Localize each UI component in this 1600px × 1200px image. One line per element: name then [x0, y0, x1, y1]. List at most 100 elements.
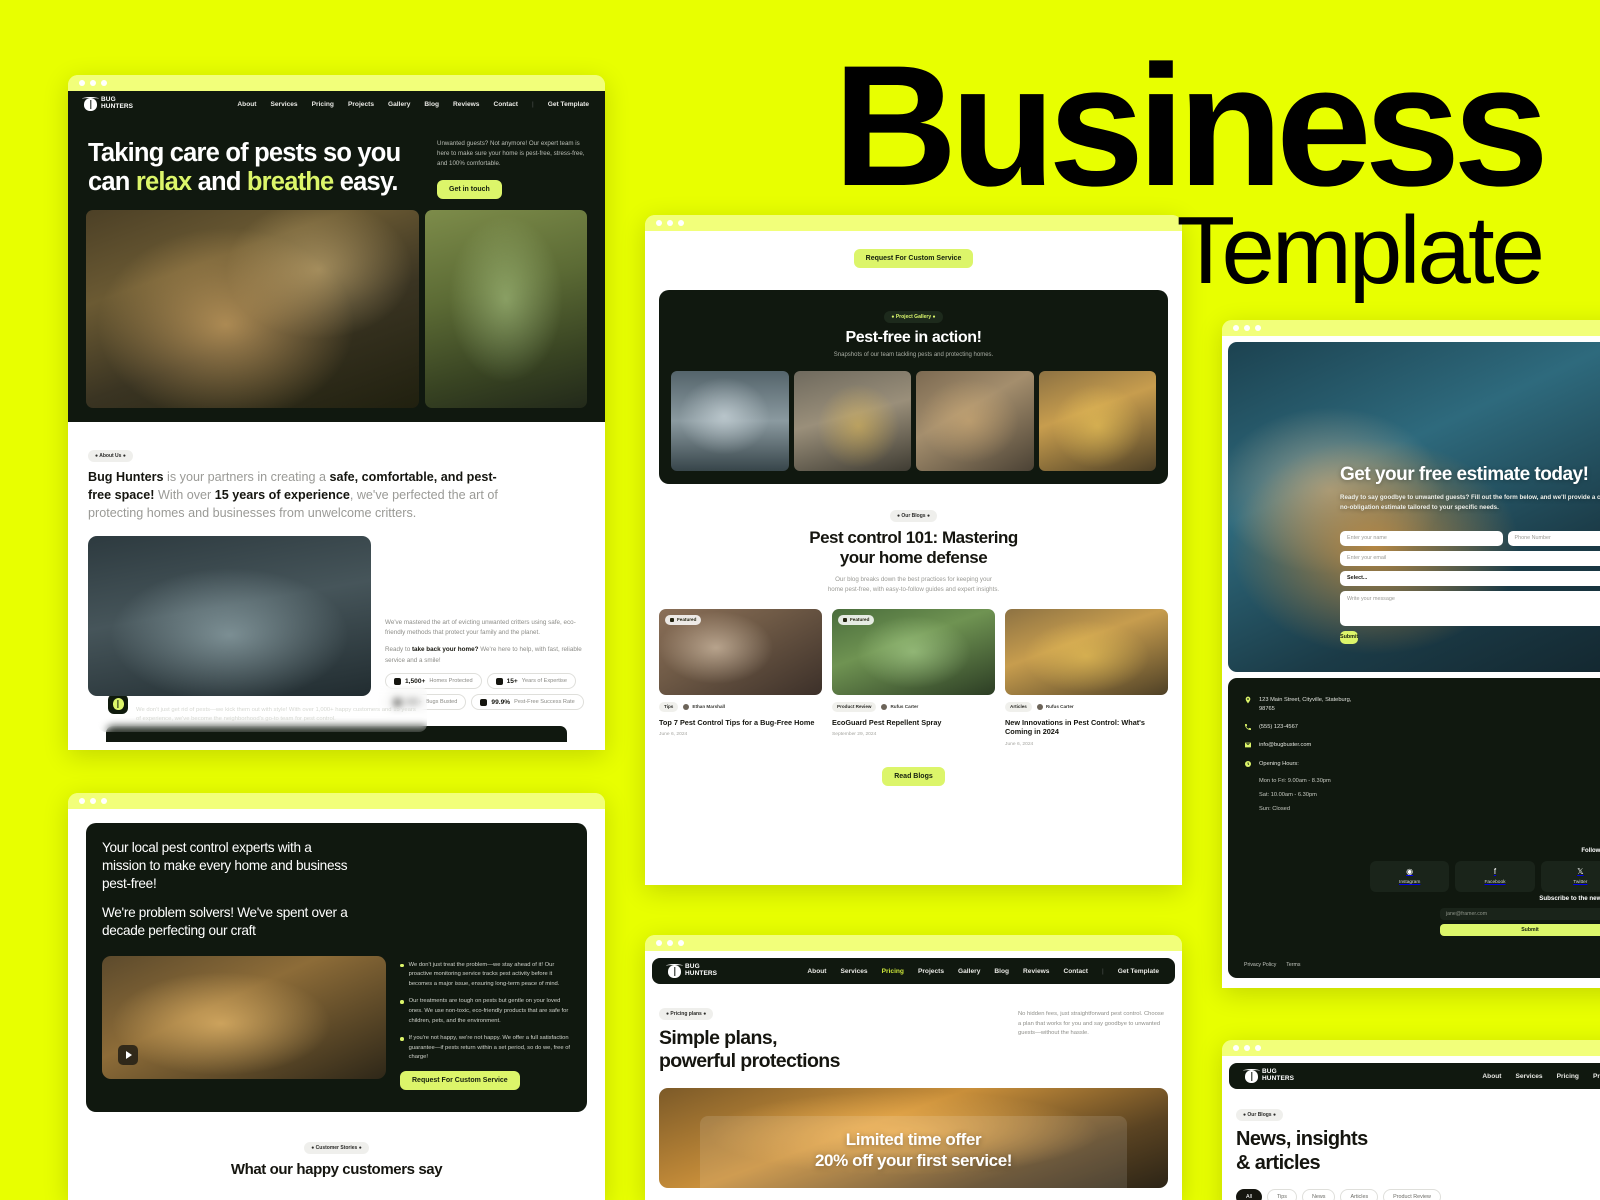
name-field[interactable]: Enter your name: [1340, 530, 1503, 546]
mission-video-thumbnail[interactable]: [102, 955, 386, 1079]
nav-item-projects[interactable]: Projects: [348, 101, 374, 108]
browser-window-pricing: BUG HUNTERS About Services Pricing Proje…: [645, 935, 1182, 1200]
nav-item-services[interactable]: Services: [270, 101, 297, 108]
social-link-instagram[interactable]: ◉ Instagram: [1370, 861, 1450, 892]
window-dot-minimize[interactable]: [667, 220, 673, 226]
window-dot-maximize[interactable]: [101, 798, 107, 804]
nav-item-projects[interactable]: Projects: [1593, 1073, 1600, 1080]
window-dot-minimize[interactable]: [1244, 325, 1250, 331]
contact-hero-content: Get your free estimate today! Ready to s…: [1340, 464, 1600, 644]
blog-card[interactable]: Articles Rufus Carter New Innovations in…: [1005, 608, 1168, 747]
nav-item-about[interactable]: About: [1482, 1073, 1501, 1080]
gallery-image-hazmat[interactable]: [671, 371, 789, 471]
footer-follow-block: Follow us on: ◉ Instagram f Facebook 𝕏 T…: [1370, 848, 1600, 892]
window-dot-minimize[interactable]: [1244, 1045, 1250, 1051]
brand-logo[interactable]: BUG HUNTERS: [1243, 1068, 1295, 1083]
request-custom-service-button[interactable]: Request For Custom Service: [400, 1070, 520, 1090]
chip-articles[interactable]: Articles: [1340, 1189, 1379, 1200]
window-dot-close[interactable]: [1233, 1045, 1239, 1051]
nav-item-contact[interactable]: Contact: [493, 101, 518, 108]
nav-item-gallery[interactable]: Gallery: [958, 968, 980, 975]
social-link-twitter[interactable]: 𝕏 Twitter: [1540, 861, 1600, 892]
newsletter-label: Subscribe to the newsletter: [1539, 895, 1600, 902]
hero-card-text: We don't just get rid of pests—we kick t…: [136, 706, 416, 722]
about-heading-brand: Bug Hunters: [88, 470, 164, 485]
play-icon[interactable]: [118, 1044, 138, 1065]
nav-item-pricing[interactable]: Pricing: [1557, 1073, 1579, 1080]
shield-icon: [394, 677, 401, 685]
email-field[interactable]: Enter your email: [1340, 550, 1600, 566]
nav-item-gallery[interactable]: Gallery: [388, 101, 410, 108]
nav-cta-get-template[interactable]: Get Template: [548, 101, 589, 108]
browser-window-gallery: Request For Custom Service ● Project Gal…: [645, 215, 1182, 885]
blog-tag: Product Review: [832, 701, 877, 712]
nav-item-services[interactable]: Services: [1515, 1073, 1542, 1080]
service-select[interactable]: Select... ▾: [1340, 570, 1600, 586]
read-blogs-button[interactable]: Read Blogs: [882, 767, 945, 787]
contact-submit-button[interactable]: Submit: [1340, 630, 1359, 644]
brand-logo[interactable]: BUG HUNTERS: [82, 96, 133, 111]
footer-phone-text[interactable]: (555) 123-4567: [1259, 723, 1298, 732]
nav-item-pricing[interactable]: Pricing: [882, 968, 904, 975]
window-dot-close[interactable]: [656, 220, 662, 226]
gallery-image-cabinet[interactable]: [793, 371, 911, 471]
newsletter-email-input[interactable]: jane@framer.com: [1440, 908, 1600, 920]
promo-banner-line2: 20% off your first service!: [814, 1150, 1013, 1170]
chip-all[interactable]: All: [1236, 1189, 1262, 1200]
nav-item-contact[interactable]: Contact: [1063, 968, 1088, 975]
window-dot-maximize[interactable]: [1255, 325, 1261, 331]
get-in-touch-button[interactable]: Get in touch: [437, 179, 502, 199]
nav-item-blog[interactable]: Blog: [994, 968, 1009, 975]
nav-item-pricing[interactable]: Pricing: [312, 101, 334, 108]
window-dot-close[interactable]: [79, 80, 85, 86]
window-dot-close[interactable]: [656, 940, 662, 946]
nav-item-services[interactable]: Services: [840, 968, 867, 975]
blog-card[interactable]: Featured Tips Ethan Marshall Top 7 Pest …: [659, 608, 822, 748]
window-dot-maximize[interactable]: [678, 940, 684, 946]
blog-author: Rufus Carter: [1036, 703, 1074, 710]
nav-item-projects[interactable]: Projects: [918, 968, 944, 975]
request-custom-service-button-top[interactable]: Request For Custom Service: [853, 249, 974, 268]
stat-value: 99.9%: [491, 698, 511, 706]
social-label: Twitter: [1573, 880, 1588, 885]
window-titlebar: [68, 793, 605, 809]
nav-item-about[interactable]: About: [807, 968, 826, 975]
newsletter-submit-button[interactable]: Submit: [1440, 924, 1600, 936]
nav-item-about[interactable]: About: [237, 101, 256, 108]
window-dot-maximize[interactable]: [101, 80, 107, 86]
about-heading-t3: With over: [154, 487, 215, 502]
terms-link[interactable]: Terms: [1286, 962, 1300, 968]
social-link-facebook[interactable]: f Facebook: [1455, 861, 1535, 892]
gallery-image-drill[interactable]: [916, 371, 1034, 471]
nav-item-reviews[interactable]: Reviews: [1023, 968, 1049, 975]
phone-field[interactable]: Phone Number: [1507, 530, 1600, 546]
window-dot-minimize[interactable]: [90, 80, 96, 86]
brand-logo[interactable]: BUG HUNTERS: [666, 963, 717, 978]
blog-card[interactable]: Featured Product Review Rufus Carter Eco…: [832, 608, 995, 748]
nav-item-blog[interactable]: Blog: [424, 101, 439, 108]
mission-bullet-text: If you're not happy, we're not happy. We…: [408, 1035, 571, 1061]
window-dot-close[interactable]: [79, 798, 85, 804]
brand-name-line2: HUNTERS: [1262, 1075, 1295, 1082]
list-item: Request For Custom Service: [400, 1070, 571, 1090]
chip-product-review[interactable]: Product Review: [1383, 1189, 1441, 1200]
footer-email-text[interactable]: info@bugbuster.com: [1259, 741, 1311, 750]
window-dot-maximize[interactable]: [678, 220, 684, 226]
chip-tips[interactable]: Tips: [1267, 1189, 1297, 1200]
stat-value: 1,500+: [405, 677, 426, 685]
bug-logo-icon: [82, 96, 99, 111]
nav-item-reviews[interactable]: Reviews: [453, 101, 479, 108]
nav-cta-get-template[interactable]: Get Template: [1118, 968, 1159, 975]
window-dot-minimize[interactable]: [667, 940, 673, 946]
privacy-policy-link[interactable]: Privacy Policy: [1244, 962, 1276, 968]
pricing-viewport: BUG HUNTERS About Services Pricing Proje…: [645, 951, 1182, 1200]
window-dot-minimize[interactable]: [90, 798, 96, 804]
message-textarea[interactable]: Write your message: [1340, 590, 1600, 626]
blog-meta-row: Tips Ethan Marshall: [659, 701, 822, 712]
window-dot-maximize[interactable]: [1255, 1045, 1261, 1051]
chip-news[interactable]: News: [1301, 1189, 1336, 1200]
gallery-image-spray[interactable]: [1038, 371, 1156, 471]
window-dot-close[interactable]: [1233, 325, 1239, 331]
social-label: Instagram: [1398, 880, 1421, 885]
browser-window-mission: Your local pest control experts with a m…: [68, 793, 605, 1200]
